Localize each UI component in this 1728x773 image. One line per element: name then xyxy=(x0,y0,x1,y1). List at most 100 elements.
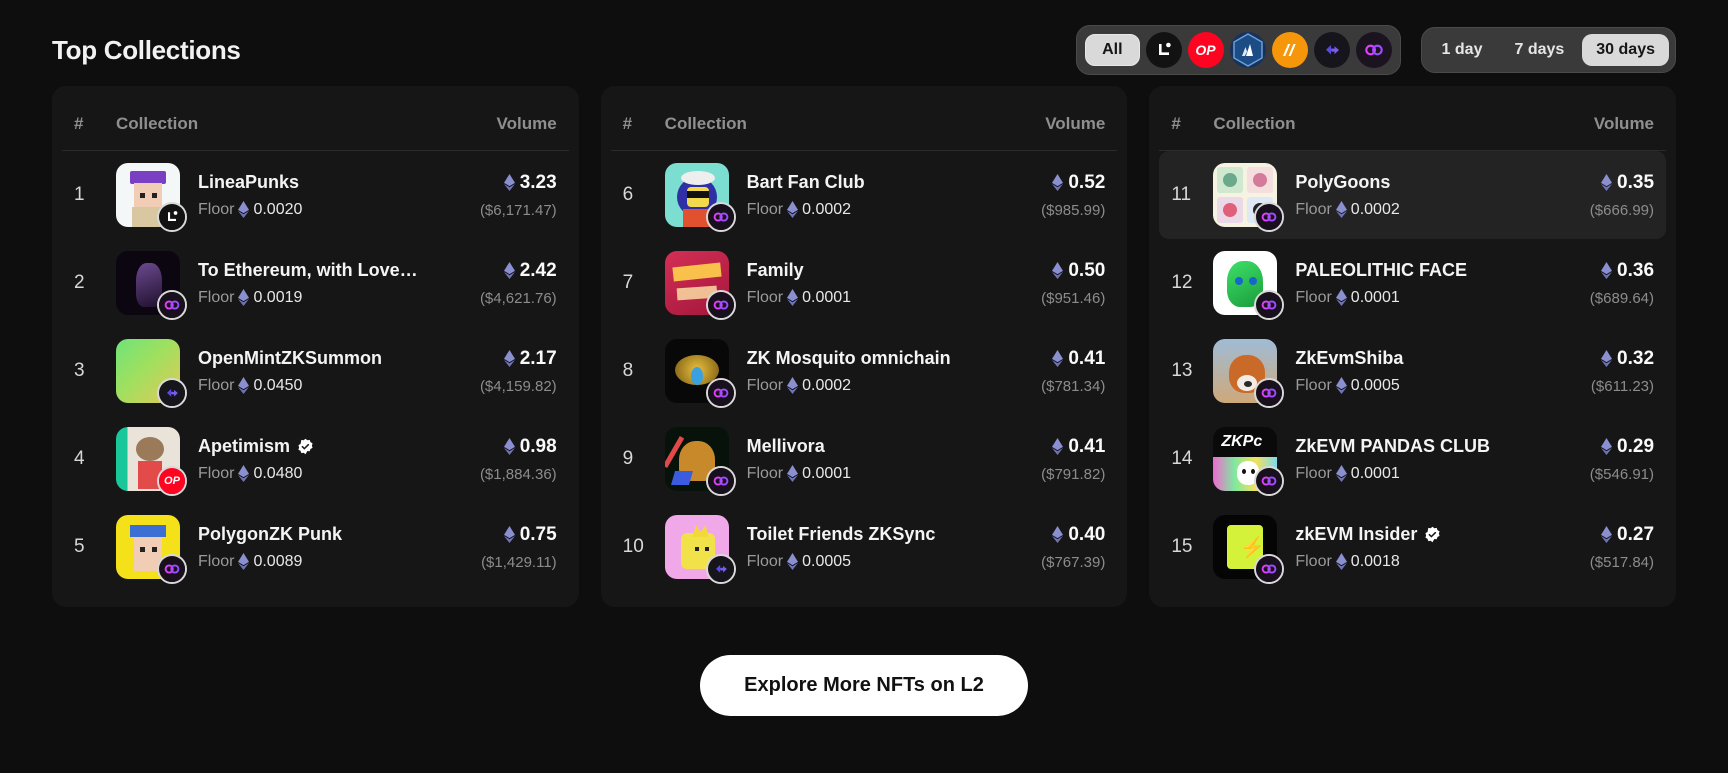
chain-filter-group[interactable]: All OP xyxy=(1076,25,1401,75)
chain-filter-all[interactable]: All xyxy=(1085,34,1140,66)
collection-floor: Floor 0.0480 xyxy=(198,465,449,483)
collection-row[interactable]: 3 OpenMintZKSummon Floor 0.0450 2.17 ($4,159.… xyxy=(62,327,569,415)
collection-volume: 0.29 ($546.91) xyxy=(1546,436,1654,483)
collection-rank: 14 xyxy=(1171,448,1193,469)
floor-value: 0.0019 xyxy=(253,288,303,306)
collection-volume: 0.32 ($611.23) xyxy=(1546,348,1654,395)
ethereum-icon xyxy=(238,289,250,306)
collection-volume: 0.52 ($985.99) xyxy=(997,172,1105,219)
column-header-rank: # xyxy=(1171,114,1181,133)
collection-meta: ZK Mosquito omnichain Floor 0.0002 xyxy=(729,348,998,395)
header-controls: All OP 1 day 7 days 30 days xyxy=(1076,25,1676,75)
collection-name: Toilet Friends ZKSync xyxy=(746,523,936,544)
column-header-rank: # xyxy=(622,114,633,133)
volume-eth: 3.23 xyxy=(449,172,557,194)
time-filter-group[interactable]: 1 day 7 days 30 days xyxy=(1420,27,1676,73)
collection-row[interactable]: 11 PolyGoons Floor 0.0002 0.35 ($666.99) xyxy=(1159,151,1667,239)
collection-row[interactable]: 9 Mellivora Floor 0.0001 0.41 ($791.82) xyxy=(611,415,1118,503)
collections-column: # Collection Volume 6 Bart Fan Club Floor 0.00… xyxy=(600,86,1128,607)
time-filter-1-day[interactable]: 1 day xyxy=(1428,34,1497,66)
collection-thumbnail-wrap: ZKPc xyxy=(1213,427,1285,496)
chain-filter-optimism-icon[interactable]: OP xyxy=(1187,32,1224,68)
collection-thumbnail-wrap xyxy=(664,163,736,232)
chain-filter-linea-icon[interactable] xyxy=(1145,32,1182,68)
ethereum-icon xyxy=(1052,438,1064,455)
collection-row[interactable]: 1 LineaPunks Floor 0.0020 3.23 ($6,171.47) xyxy=(62,151,569,239)
collection-row[interactable]: 5 PolygonZK Punk Floor 0.0089 0.75 ($1,429.11… xyxy=(62,503,569,591)
volume-eth: 0.29 xyxy=(1546,436,1654,458)
collection-rank: 9 xyxy=(622,448,634,469)
collection-volume: 0.40 ($767.39) xyxy=(997,524,1105,571)
collection-thumbnail-wrap xyxy=(664,251,736,320)
collection-row[interactable]: 14 ZKPc ZkEVM PANDAS CLUB Floor 0.0001 0.29 ($… xyxy=(1159,415,1666,503)
chain-badge-polygon-zkevm-icon xyxy=(1254,290,1285,320)
top-collections-page: Top Collections All OP 1 day 7 days 30 d… xyxy=(0,0,1728,773)
collection-volume: 3.23 ($6,171.47) xyxy=(449,172,557,219)
collection-thumbnail-wrap: OP xyxy=(116,427,187,496)
chain-filter-nahmii-icon[interactable] xyxy=(1271,32,1308,68)
collection-rank: 13 xyxy=(1171,360,1193,381)
chain-badge-scroll-icon xyxy=(157,378,187,408)
floor-label: Floor xyxy=(198,288,235,306)
volume-eth: 2.17 xyxy=(449,348,557,370)
collection-name: Apetimism xyxy=(198,436,449,457)
collection-thumbnail-wrap xyxy=(116,339,187,408)
volume-usd: ($951.46) xyxy=(1041,289,1106,307)
collection-name: Family xyxy=(746,259,804,280)
collection-row[interactable]: 2 To Ethereum, with Love… Floor 0.0019 2.42 (… xyxy=(62,239,569,327)
collection-volume: 0.75 ($1,429.11) xyxy=(449,524,557,571)
collection-row[interactable]: 10 Toilet Friends ZKSync Floor 0.0005 0.40 ($… xyxy=(611,503,1118,591)
collection-row[interactable]: 8 ZK Mosquito omnichain Floor 0.0002 0.41 ($7… xyxy=(611,327,1118,415)
chain-filter-polygon-zkevm-icon[interactable] xyxy=(1355,32,1392,68)
floor-value: 0.0001 xyxy=(1350,288,1400,306)
collection-rank: 15 xyxy=(1171,536,1193,557)
collection-row[interactable]: 4 OP Apetimism Floor 0.0480 0.98 ($1,884.36) xyxy=(62,415,569,503)
collection-row[interactable]: 6 Bart Fan Club Floor 0.0002 0.52 ($985.99) xyxy=(611,151,1118,239)
floor-value: 0.0001 xyxy=(802,288,852,306)
explore-more-nfts-button[interactable]: Explore More NFTs on L2 xyxy=(700,655,1028,716)
collection-meta: LineaPunks Floor 0.0020 xyxy=(180,172,449,219)
footer: Explore More NFTs on L2 xyxy=(52,655,1676,716)
collection-rank: 1 xyxy=(74,184,85,205)
collection-thumbnail-wrap xyxy=(664,427,736,496)
chain-filter-scroll-icon[interactable] xyxy=(1313,32,1350,68)
time-filter-7-days[interactable]: 7 days xyxy=(1500,34,1578,66)
collection-rank: 2 xyxy=(74,272,85,293)
collection-row[interactable]: 13 ZkEvmShiba Floor 0.0005 0.32 ($611.23) xyxy=(1159,327,1666,415)
collection-row[interactable]: 7 Family Floor 0.0001 0.50 ($951.46) xyxy=(611,239,1118,327)
chain-badge-polygon-zkevm-icon xyxy=(1254,466,1285,496)
collection-row[interactable]: 12 PALEOLITHIC FACE Floor 0.0001 0.36 ($689.6… xyxy=(1159,239,1666,327)
floor-value: 0.0001 xyxy=(802,464,852,482)
volume-eth: 0.52 xyxy=(997,172,1105,194)
collection-floor: Floor 0.0001 xyxy=(1295,289,1546,307)
ethereum-icon xyxy=(503,438,515,455)
volume-usd: ($1,429.11) xyxy=(481,553,557,571)
table-header: # Collection Volume xyxy=(1159,92,1667,151)
collection-name: Bart Fan Club xyxy=(746,171,865,192)
collection-thumbnail-wrap xyxy=(664,339,736,408)
volume-eth: 0.41 xyxy=(997,436,1105,458)
volume-eth: 0.50 xyxy=(997,260,1105,282)
chain-filter-arbitrum-icon[interactable] xyxy=(1229,32,1266,68)
volume-usd: ($781.34) xyxy=(1041,377,1106,395)
column-header-collection: Collection xyxy=(664,114,747,133)
collection-meta: ZkEVM PANDAS CLUB Floor 0.0001 xyxy=(1277,436,1546,483)
collection-volume: 2.17 ($4,159.82) xyxy=(449,348,557,395)
column-header-volume: Volume xyxy=(496,114,557,133)
time-filter-30-days[interactable]: 30 days xyxy=(1582,34,1669,66)
collection-name: PolygonZK Punk xyxy=(198,523,342,544)
collection-meta: To Ethereum, with Love… Floor 0.0019 xyxy=(180,260,449,307)
column-header-rank: # xyxy=(74,114,84,133)
volume-eth: 0.35 xyxy=(1546,172,1654,194)
chain-badge-polygon-zkevm-icon xyxy=(157,290,187,320)
chain-badge-polygon-zkevm-icon xyxy=(1254,378,1285,408)
volume-usd: ($517.84) xyxy=(1589,553,1655,571)
collection-row[interactable]: 15 ⚡ zkEVM Insider Floor 0.0018 0.27 ($517.84) xyxy=(1159,503,1666,591)
volume-usd: ($6,171.47) xyxy=(479,201,557,219)
collection-rank: 11 xyxy=(1171,184,1192,205)
ethereum-icon xyxy=(787,465,799,482)
ethereum-icon xyxy=(1335,377,1347,394)
collections-column: # Collection Volume 1 LineaPunks Floor 0.0020 3… xyxy=(52,86,579,607)
collection-volume: 0.27 ($517.84) xyxy=(1546,524,1654,571)
collections-columns: # Collection Volume 1 LineaPunks Floor 0.0020 3… xyxy=(52,86,1677,607)
